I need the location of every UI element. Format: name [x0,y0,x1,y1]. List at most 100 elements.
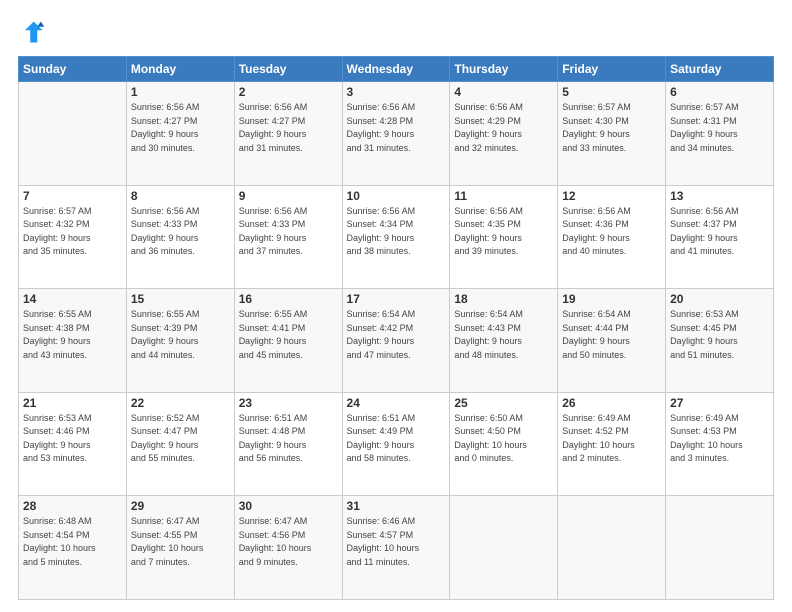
calendar-week-4: 28 Sunrise: 6:48 AM Sunset: 4:54 PM Dayli… [19,496,774,600]
day-info: Sunrise: 6:54 AM Sunset: 4:43 PM Dayligh… [454,308,553,362]
calendar-cell: 11Sunrise: 6:56 AM Sunset: 4:35 PM Dayli… [450,185,558,289]
weekday-header-friday: Friday [558,57,666,82]
calendar-cell: 5 Sunrise: 6:57 AM Sunset: 4:30 PM Daylig… [558,82,666,186]
day-info: Sunrise: 6:56 AM Sunset: 4:28 PM Dayligh… [347,101,446,155]
calendar-cell: 26 Sunrise: 6:49 AM Sunset: 4:52 PM Dayli… [558,392,666,496]
day-info: Sunrise: 6:56 AM Sunset: 4:27 PM Dayligh… [239,101,338,155]
weekday-header-thursday: Thursday [450,57,558,82]
day-info: Sunrise: 6:52 AM Sunset: 4:47 PM Dayligh… [131,412,230,466]
calendar-cell: 14 Sunrise: 6:55 AM Sunset: 4:38 PM Dayli… [19,289,127,393]
calendar-cell: 28 Sunrise: 6:48 AM Sunset: 4:54 PM Dayli… [19,496,127,600]
calendar-cell: 22 Sunrise: 6:52 AM Sunset: 4:47 PM Dayli… [126,392,234,496]
day-number: 26 [562,396,661,410]
day-number: 6 [670,85,769,99]
day-info: Sunrise: 6:54 AM Sunset: 4:44 PM Dayligh… [562,308,661,362]
weekday-header-saturday: Saturday [666,57,774,82]
day-info: Sunrise: 6:56 AM Sunset: 4:34 PM Dayligh… [347,205,446,259]
weekday-header-tuesday: Tuesday [234,57,342,82]
calendar-cell: 31Sunrise: 6:46 AM Sunset: 4:57 PM Dayli… [342,496,450,600]
day-info: Sunrise: 6:48 AM Sunset: 4:54 PM Dayligh… [23,515,122,569]
calendar-cell: 23Sunrise: 6:51 AM Sunset: 4:48 PM Dayli… [234,392,342,496]
calendar-cell: 1 Sunrise: 6:56 AM Sunset: 4:27 PM Daylig… [126,82,234,186]
calendar-cell: 3 Sunrise: 6:56 AM Sunset: 4:28 PM Daylig… [342,82,450,186]
calendar-cell [19,82,127,186]
day-info: Sunrise: 6:55 AM Sunset: 4:38 PM Dayligh… [23,308,122,362]
calendar-header: SundayMondayTuesdayWednesdayThursdayFrid… [19,57,774,82]
day-number: 8 [131,189,230,203]
day-info: Sunrise: 6:56 AM Sunset: 4:35 PM Dayligh… [454,205,553,259]
calendar-body: 1 Sunrise: 6:56 AM Sunset: 4:27 PM Daylig… [19,82,774,600]
day-number: 13 [670,189,769,203]
calendar-cell: 16 Sunrise: 6:55 AM Sunset: 4:41 PM Dayli… [234,289,342,393]
calendar-cell: 24 Sunrise: 6:51 AM Sunset: 4:49 PM Dayli… [342,392,450,496]
weekday-header-monday: Monday [126,57,234,82]
weekday-header-wednesday: Wednesday [342,57,450,82]
calendar-cell [666,496,774,600]
day-number: 24 [347,396,446,410]
day-number: 27 [670,396,769,410]
calendar-cell: 13 Sunrise: 6:56 AM Sunset: 4:37 PM Dayli… [666,185,774,289]
day-info: Sunrise: 6:47 AM Sunset: 4:56 PM Dayligh… [239,515,338,569]
day-number: 29 [131,499,230,513]
day-info: Sunrise: 6:49 AM Sunset: 4:52 PM Dayligh… [562,412,661,466]
calendar-cell: 10 Sunrise: 6:56 AM Sunset: 4:34 PM Dayli… [342,185,450,289]
day-info: Sunrise: 6:56 AM Sunset: 4:37 PM Dayligh… [670,205,769,259]
day-number: 9 [239,189,338,203]
logo [18,18,50,46]
calendar-week-3: 21 Sunrise: 6:53 AM Sunset: 4:46 PM Dayli… [19,392,774,496]
day-number: 2 [239,85,338,99]
calendar-cell: 29Sunrise: 6:47 AM Sunset: 4:55 PM Dayli… [126,496,234,600]
day-number: 12 [562,189,661,203]
day-info: Sunrise: 6:51 AM Sunset: 4:49 PM Dayligh… [347,412,446,466]
calendar-cell: 17 Sunrise: 6:54 AM Sunset: 4:42 PM Dayli… [342,289,450,393]
day-info: Sunrise: 6:53 AM Sunset: 4:46 PM Dayligh… [23,412,122,466]
calendar-cell: 30 Sunrise: 6:47 AM Sunset: 4:56 PM Dayli… [234,496,342,600]
day-number: 22 [131,396,230,410]
calendar-cell: 8Sunrise: 6:56 AM Sunset: 4:33 PM Daylig… [126,185,234,289]
calendar-cell: 15Sunrise: 6:55 AM Sunset: 4:39 PM Dayli… [126,289,234,393]
day-number: 10 [347,189,446,203]
day-number: 16 [239,292,338,306]
day-info: Sunrise: 6:50 AM Sunset: 4:50 PM Dayligh… [454,412,553,466]
calendar-cell: 7Sunrise: 6:57 AM Sunset: 4:32 PM Daylig… [19,185,127,289]
day-number: 30 [239,499,338,513]
day-info: Sunrise: 6:57 AM Sunset: 4:30 PM Dayligh… [562,101,661,155]
calendar-cell: 2 Sunrise: 6:56 AM Sunset: 4:27 PM Daylig… [234,82,342,186]
calendar-cell: 12Sunrise: 6:56 AM Sunset: 4:36 PM Dayli… [558,185,666,289]
day-info: Sunrise: 6:51 AM Sunset: 4:48 PM Dayligh… [239,412,338,466]
day-number: 5 [562,85,661,99]
calendar-week-0: 1 Sunrise: 6:56 AM Sunset: 4:27 PM Daylig… [19,82,774,186]
calendar-cell: 21 Sunrise: 6:53 AM Sunset: 4:46 PM Dayli… [19,392,127,496]
calendar-cell: 18Sunrise: 6:54 AM Sunset: 4:43 PM Dayli… [450,289,558,393]
header [18,18,774,46]
weekday-header-sunday: Sunday [19,57,127,82]
day-number: 14 [23,292,122,306]
day-number: 1 [131,85,230,99]
day-info: Sunrise: 6:56 AM Sunset: 4:29 PM Dayligh… [454,101,553,155]
weekday-header-row: SundayMondayTuesdayWednesdayThursdayFrid… [19,57,774,82]
calendar-cell: 4Sunrise: 6:56 AM Sunset: 4:29 PM Daylig… [450,82,558,186]
page: SundayMondayTuesdayWednesdayThursdayFrid… [0,0,792,612]
day-number: 19 [562,292,661,306]
day-info: Sunrise: 6:56 AM Sunset: 4:27 PM Dayligh… [131,101,230,155]
day-info: Sunrise: 6:55 AM Sunset: 4:41 PM Dayligh… [239,308,338,362]
day-number: 21 [23,396,122,410]
calendar-cell: 27 Sunrise: 6:49 AM Sunset: 4:53 PM Dayli… [666,392,774,496]
day-number: 31 [347,499,446,513]
day-number: 25 [454,396,553,410]
logo-icon [18,18,46,46]
day-number: 15 [131,292,230,306]
calendar-week-1: 7Sunrise: 6:57 AM Sunset: 4:32 PM Daylig… [19,185,774,289]
calendar-cell: 25 Sunrise: 6:50 AM Sunset: 4:50 PM Dayli… [450,392,558,496]
day-info: Sunrise: 6:57 AM Sunset: 4:31 PM Dayligh… [670,101,769,155]
day-info: Sunrise: 6:53 AM Sunset: 4:45 PM Dayligh… [670,308,769,362]
day-info: Sunrise: 6:49 AM Sunset: 4:53 PM Dayligh… [670,412,769,466]
day-number: 3 [347,85,446,99]
day-number: 17 [347,292,446,306]
day-number: 28 [23,499,122,513]
day-info: Sunrise: 6:54 AM Sunset: 4:42 PM Dayligh… [347,308,446,362]
calendar-cell [558,496,666,600]
calendar-cell [450,496,558,600]
calendar-cell: 20Sunrise: 6:53 AM Sunset: 4:45 PM Dayli… [666,289,774,393]
day-number: 7 [23,189,122,203]
